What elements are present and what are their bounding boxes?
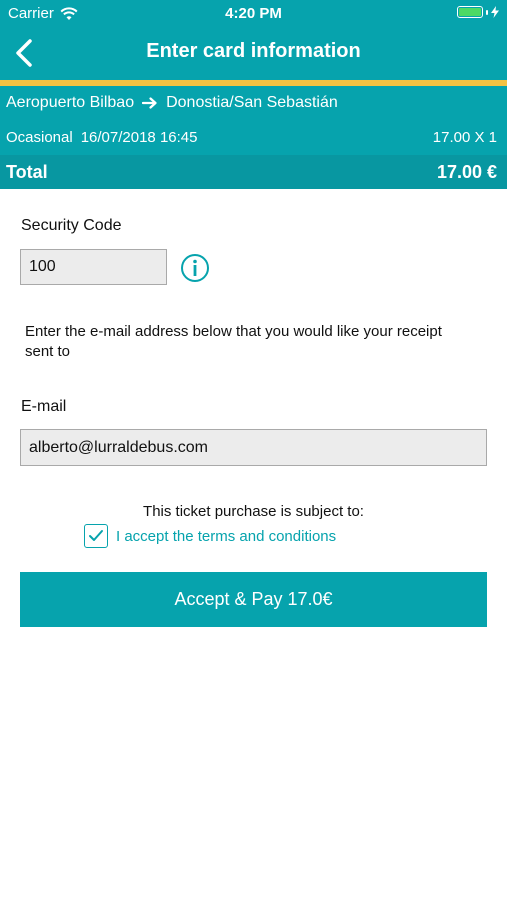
price-quantity: 17.00 X 1 <box>432 129 497 146</box>
security-code-label: Security Code <box>21 217 122 234</box>
total-label: Total <box>6 162 48 182</box>
terms-row: I accept the terms and conditions <box>84 524 336 548</box>
route-origin: Aeropuerto Bilbao <box>6 94 135 111</box>
departure-datetime: 16/07/2018 16:45 <box>80 129 198 146</box>
accept-pay-button[interactable]: Accept & Pay 17.0€ <box>20 572 487 627</box>
battery-group <box>457 6 499 18</box>
battery-cap <box>486 9 488 15</box>
status-bar: Carrier 4:20 PM <box>0 0 507 28</box>
trip-summary: Aeropuerto Bilbao Donostia/San Sebastián… <box>0 86 507 189</box>
nav-bar: Enter card information <box>0 28 507 78</box>
page-title: Enter card information <box>146 40 361 62</box>
security-code-input[interactable] <box>20 249 167 285</box>
route: Aeropuerto Bilbao Donostia/San Sebastián <box>6 94 338 112</box>
terms-intro: This ticket purchase is subject to: <box>143 503 364 520</box>
receipt-instructions: Enter the e-mail address below that you … <box>25 323 442 360</box>
battery-level <box>459 8 481 16</box>
checkmark-icon <box>89 530 103 541</box>
fare-type: Ocasional <box>6 129 73 146</box>
route-destination: Donostia/San Sebastián <box>166 94 338 111</box>
terms-link[interactable]: I accept the terms and conditions <box>116 528 336 545</box>
info-icon[interactable] <box>180 253 210 283</box>
total-row: Total 17.00 € <box>0 155 507 189</box>
terms-checkbox[interactable] <box>84 524 108 548</box>
email-field[interactable] <box>20 429 487 466</box>
card-info-screen: Carrier 4:20 PM Enter card information A… <box>0 0 507 900</box>
charging-bolt-icon <box>491 6 499 18</box>
clock: 4:20 PM <box>225 5 282 22</box>
ticket-details: Ocasional 16/07/2018 16:45 <box>6 129 197 146</box>
ticket-line: Ocasional 16/07/2018 16:45 17.00 X 1 <box>6 129 497 146</box>
email-label: E-mail <box>21 398 67 415</box>
arrow-right-icon <box>142 97 157 109</box>
battery-icon <box>457 6 483 18</box>
header: Carrier 4:20 PM Enter card information <box>0 0 507 80</box>
total-amount: 17.00 € <box>436 162 497 182</box>
